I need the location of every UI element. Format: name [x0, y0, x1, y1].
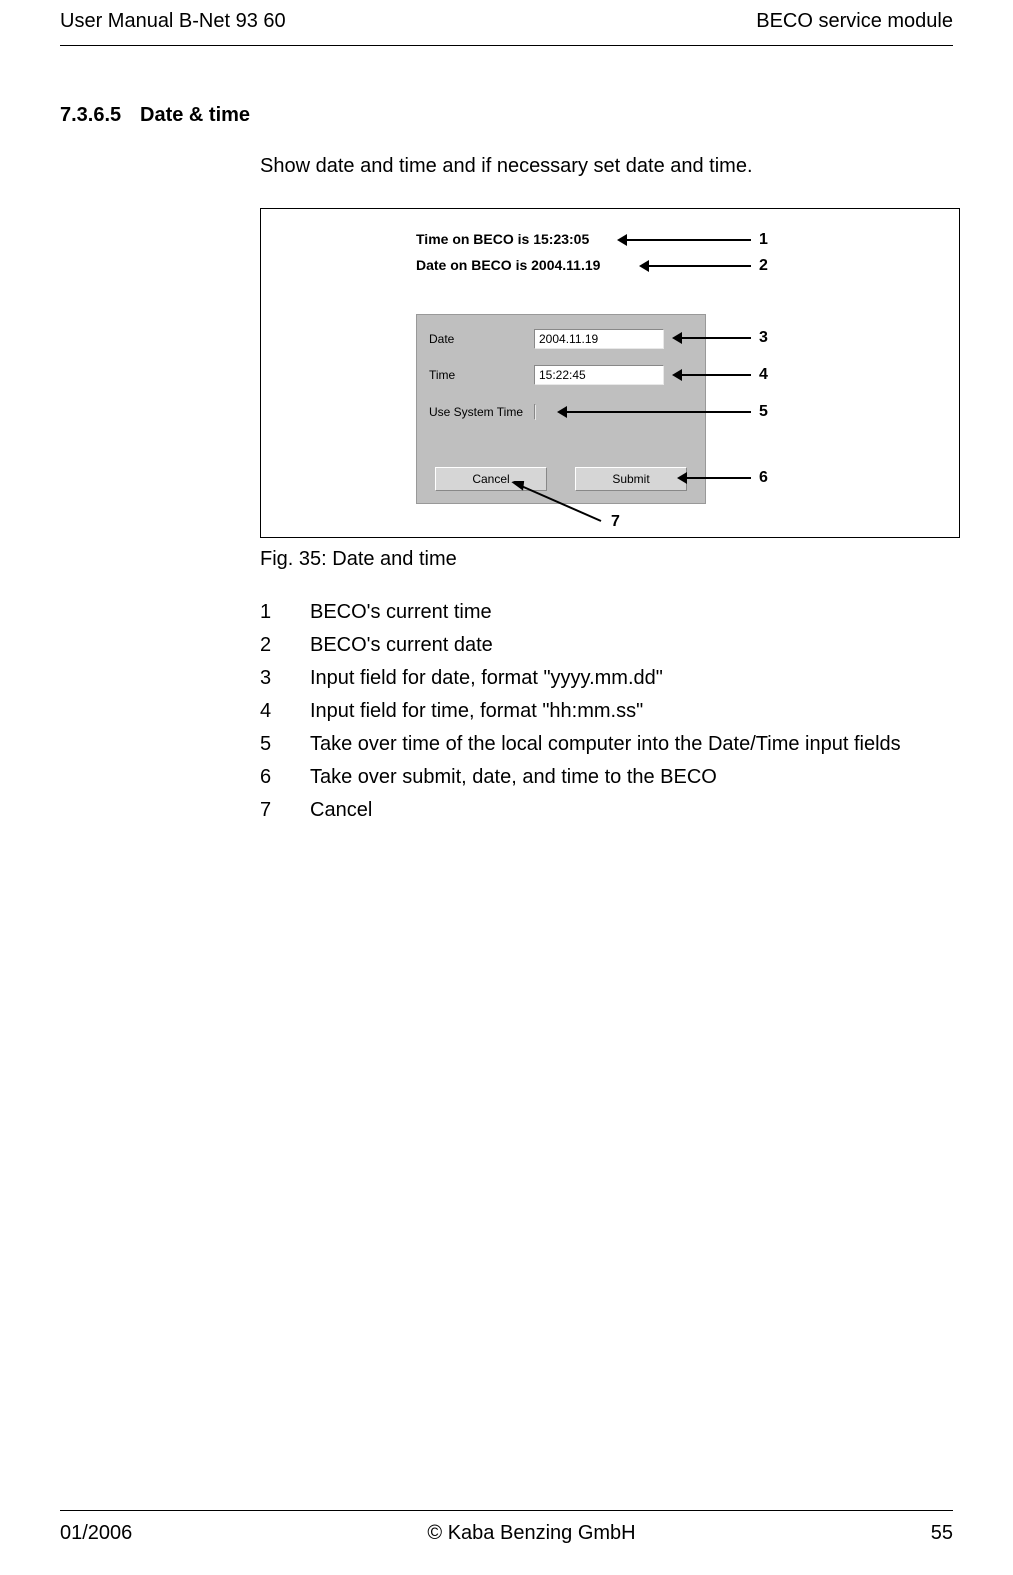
- legend-row: 4Input field for time, format "hh:mm.ss": [260, 700, 953, 723]
- date-input[interactable]: [534, 329, 664, 349]
- arrow-1: [621, 239, 751, 241]
- footer-center: © Kaba Benzing GmbH: [427, 1522, 635, 1545]
- legend-text: Input field for date, format "yyyy.mm.dd…: [310, 667, 663, 690]
- date-label: Date: [429, 332, 534, 346]
- header-right: BECO service module: [756, 10, 953, 33]
- callout-1: 1: [759, 231, 768, 249]
- legend-num: 2: [260, 634, 310, 657]
- section-number: 7.3.6.5: [60, 104, 140, 127]
- legend-row: 3Input field for date, format "yyyy.mm.d…: [260, 667, 953, 690]
- footer-right: 55: [931, 1522, 953, 1545]
- beco-date-text: Date on BECO is 2004.11.19: [416, 257, 600, 273]
- callout-4: 4: [759, 366, 768, 384]
- arrow-6: [681, 477, 751, 479]
- callout-2: 2: [759, 257, 768, 275]
- legend: 1BECO's current time 2BECO's current dat…: [260, 601, 953, 822]
- footer-rule: [60, 1510, 953, 1511]
- callout-3: 3: [759, 329, 768, 347]
- legend-text: Input field for time, format "hh:mm.ss": [310, 700, 643, 723]
- callout-5: 5: [759, 403, 768, 421]
- arrow-7: [511, 481, 621, 529]
- header-rule: [60, 45, 953, 46]
- header-left: User Manual B-Net 93 60: [60, 10, 286, 33]
- legend-text: BECO's current time: [310, 601, 492, 624]
- legend-row: 1BECO's current time: [260, 601, 953, 624]
- date-row: Date: [429, 329, 664, 349]
- figure-caption: Fig. 35: Date and time: [260, 548, 953, 571]
- arrow-5: [561, 411, 751, 413]
- arrow-3: [676, 337, 751, 339]
- systime-label: Use System Time: [429, 405, 534, 419]
- legend-row: 5Take over time of the local computer in…: [260, 733, 953, 756]
- legend-num: 1: [260, 601, 310, 624]
- page-footer: 01/2006 © Kaba Benzing GmbH 55: [60, 1522, 953, 1545]
- page-header: User Manual B-Net 93 60 BECO service mod…: [60, 0, 953, 33]
- legend-num: 4: [260, 700, 310, 723]
- callout-7: 7: [611, 513, 620, 531]
- legend-num: 5: [260, 733, 310, 756]
- footer-left: 01/2006: [60, 1522, 132, 1545]
- legend-num: 7: [260, 799, 310, 822]
- legend-row: 2BECO's current date: [260, 634, 953, 657]
- legend-text: Cancel: [310, 799, 372, 822]
- figure-container: Time on BECO is 15:23:05 Date on BECO is…: [260, 208, 960, 538]
- legend-row: 6Take over submit, date, and time to the…: [260, 766, 953, 789]
- beco-time-text: Time on BECO is 15:23:05: [416, 231, 589, 247]
- section-title: Date & time: [140, 104, 250, 127]
- arrow-2: [643, 265, 751, 267]
- time-row: Time: [429, 365, 664, 385]
- legend-text: BECO's current date: [310, 634, 493, 657]
- legend-row: 7Cancel: [260, 799, 953, 822]
- systime-checkbox[interactable]: [534, 404, 536, 420]
- legend-num: 6: [260, 766, 310, 789]
- intro-text: Show date and time and if necessary set …: [260, 155, 953, 178]
- callout-6: 6: [759, 469, 768, 487]
- legend-text: Take over time of the local computer int…: [310, 733, 901, 756]
- legend-text: Take over submit, date, and time to the …: [310, 766, 717, 789]
- arrow-4: [676, 374, 751, 376]
- time-label: Time: [429, 368, 534, 382]
- section-heading: 7.3.6.5 Date & time: [60, 104, 953, 127]
- legend-num: 3: [260, 667, 310, 690]
- time-input[interactable]: [534, 365, 664, 385]
